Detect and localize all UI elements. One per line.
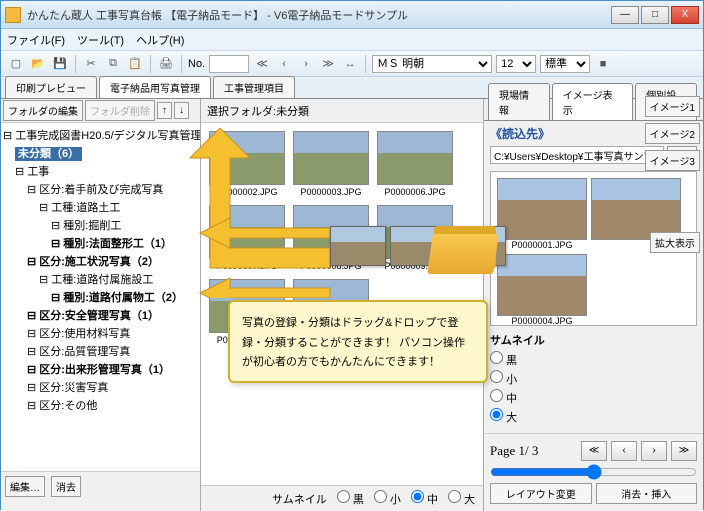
rp-radio-large[interactable]: 大	[490, 408, 697, 425]
menu-tool[interactable]: ツール(T)	[77, 32, 124, 48]
tree-node[interactable]: ⊟ 種別:法面整形工（1）	[3, 235, 198, 253]
tree-node[interactable]: ⊟ 区分:品質管理写真	[3, 343, 198, 361]
maximize-button[interactable]: □	[641, 6, 669, 24]
toolbar: ▢ 📂 💾 ✂ ⧉ 📋 🖨 No. ≪ ‹ › ≫ ↔ ＭＳ 明朝 12 標準 …	[1, 51, 703, 77]
style-select[interactable]: 標準	[540, 55, 590, 73]
radio-med[interactable]: 中	[411, 490, 438, 507]
tree-node[interactable]: ⊟ 区分:その他	[3, 397, 198, 415]
menu-file[interactable]: ファイル(F)	[7, 32, 65, 48]
no-input[interactable]	[209, 55, 249, 73]
image2-button[interactable]: イメージ2	[645, 123, 700, 144]
page-last-button[interactable]: ≫	[671, 441, 697, 461]
folder-edit-button[interactable]: フォルダの編集	[3, 100, 83, 121]
callout-tooltip: 写真の登録・分類はドラッグ&ドロップで登録・分類することができます！ パソコン操…	[228, 300, 488, 383]
delete-button[interactable]: 消去	[51, 476, 81, 497]
copy-icon[interactable]: ⧉	[104, 55, 122, 73]
zoom-button[interactable]: 拡大表示	[650, 232, 700, 253]
nav-first-icon[interactable]: ≪	[253, 55, 271, 73]
tab-info[interactable]: 現場情報	[488, 83, 550, 120]
folder-icon	[430, 220, 500, 275]
tab-mgmt[interactable]: 工事管理項目	[213, 76, 295, 98]
size-select[interactable]: 12	[496, 55, 536, 73]
edit-button[interactable]: 編集…	[5, 476, 45, 497]
page-prev-button[interactable]: ‹	[611, 441, 637, 461]
nav-next-icon[interactable]: ›	[297, 55, 315, 73]
thumbnail[interactable]: P0000006.JPG	[377, 131, 453, 197]
cut-icon[interactable]: ✂	[82, 55, 100, 73]
print-icon[interactable]: 🖨	[157, 55, 175, 73]
tree-node[interactable]: ⊟ 種別:掘削工	[3, 217, 198, 235]
tree-node[interactable]: ⊟ 区分:災害写真	[3, 379, 198, 397]
new-icon[interactable]: ▢	[7, 55, 25, 73]
down-button[interactable]: ↓	[174, 102, 189, 119]
radio-black[interactable]: 黒	[337, 490, 364, 507]
tree-node[interactable]: ⊟ 工種:道路土工	[3, 199, 198, 217]
tree-node[interactable]: ⊟ 区分:施工状況写真（2）	[3, 253, 198, 271]
nav-last-icon[interactable]: ≫	[319, 55, 337, 73]
thumbnail-label: サムネイル	[272, 491, 327, 507]
save-icon[interactable]: 💾	[51, 55, 69, 73]
up-button[interactable]: ↑	[157, 102, 172, 119]
tab-print[interactable]: 印刷プレビュー	[5, 76, 97, 98]
nav-prev-icon[interactable]: ‹	[275, 55, 293, 73]
zoom-slider[interactable]	[490, 464, 697, 480]
tab-photo[interactable]: 電子納品用写真管理	[99, 76, 211, 98]
image3-button[interactable]: イメージ3	[645, 150, 700, 171]
import-thumbnail[interactable]: P0000001.JPG	[497, 178, 587, 250]
tree-node[interactable]: ⊟ 区分:出来形管理写真（1）	[3, 361, 198, 379]
swap-icon[interactable]: ↔	[341, 55, 359, 73]
image1-button[interactable]: イメージ1	[645, 96, 700, 117]
tree-node[interactable]: ⊟ 工事完成図書H20.5/デジタル写真管理…	[3, 127, 198, 145]
app-icon	[5, 7, 21, 23]
tree-node[interactable]: ⊟ 工種:道路付属施設工	[3, 271, 198, 289]
page-next-button[interactable]: ›	[641, 441, 667, 461]
window-title: かんたん蔵人 工事写真台帳 【電子納品モード】 - V6電子納品モードサンプル	[27, 7, 611, 23]
left-pane: フォルダの編集 フォルダ削除 ↑ ↓ ⊟ 工事完成図書H20.5/デジタル写真管…	[1, 99, 201, 511]
tree-node[interactable]: 未分類（6）	[3, 145, 198, 163]
selected-folder-value: 未分類	[276, 103, 309, 119]
arrow-overlay	[180, 128, 340, 298]
layout-button[interactable]: レイアウト変更	[490, 483, 592, 504]
tab-image[interactable]: イメージ表示	[552, 83, 633, 120]
folder-tree[interactable]: ⊟ 工事完成図書H20.5/デジタル写真管理…未分類（6）⊟ 工事⊟ 区分:着手…	[1, 123, 200, 471]
menu-help[interactable]: ヘルプ(H)	[136, 32, 184, 48]
rp-radio-med[interactable]: 中	[490, 389, 697, 406]
paste-icon[interactable]: 📋	[126, 55, 144, 73]
tree-node[interactable]: ⊟ 種別:道路付属物工（2）	[3, 289, 198, 307]
no-label: No.	[188, 58, 205, 70]
tree-node[interactable]: ⊟ 区分:着手前及び完成写真	[3, 181, 198, 199]
page-first-button[interactable]: ≪	[581, 441, 607, 461]
font-select[interactable]: ＭＳ 明朝	[372, 55, 492, 73]
minimize-button[interactable]: —	[611, 6, 639, 24]
callout-text: 写真の登録・分類はドラッグ&ドロップで登録・分類することができます！ パソコン操…	[242, 317, 465, 368]
titlebar: かんたん蔵人 工事写真台帳 【電子納品モード】 - V6電子納品モードサンプル …	[1, 1, 703, 29]
tree-node[interactable]: ⊟ 工事	[3, 163, 198, 181]
path-input[interactable]	[490, 146, 664, 164]
rp-radio-small[interactable]: 小	[490, 370, 697, 387]
rp-radio-black[interactable]: 黒	[490, 351, 697, 368]
import-thumbnail[interactable]: P0000004.JPG	[497, 254, 587, 326]
right-pane: 現場情報 イメージ表示 個別設定 《読込先》 参照 P0000001.JPGP0…	[483, 99, 703, 511]
close-button[interactable]: X	[671, 6, 699, 24]
selected-folder-label: 選択フォルダ:	[207, 103, 276, 119]
color-icon[interactable]: ■	[594, 55, 612, 73]
menubar: ファイル(F) ツール(T) ヘルプ(H)	[1, 29, 703, 51]
rp-thumbnail-label: サムネイル	[490, 332, 697, 348]
page-indicator: Page 1/ 3	[490, 443, 577, 459]
tree-node[interactable]: ⊟ 区分:使用材料写真	[3, 325, 198, 343]
open-icon[interactable]: 📂	[29, 55, 47, 73]
tree-node[interactable]: ⊟ 区分:安全管理写真（1）	[3, 307, 198, 325]
radio-large[interactable]: 大	[448, 490, 475, 507]
folder-delete-button[interactable]: フォルダ削除	[85, 100, 155, 121]
radio-small[interactable]: 小	[374, 490, 401, 507]
insert-button[interactable]: 消去・挿入	[596, 483, 698, 504]
